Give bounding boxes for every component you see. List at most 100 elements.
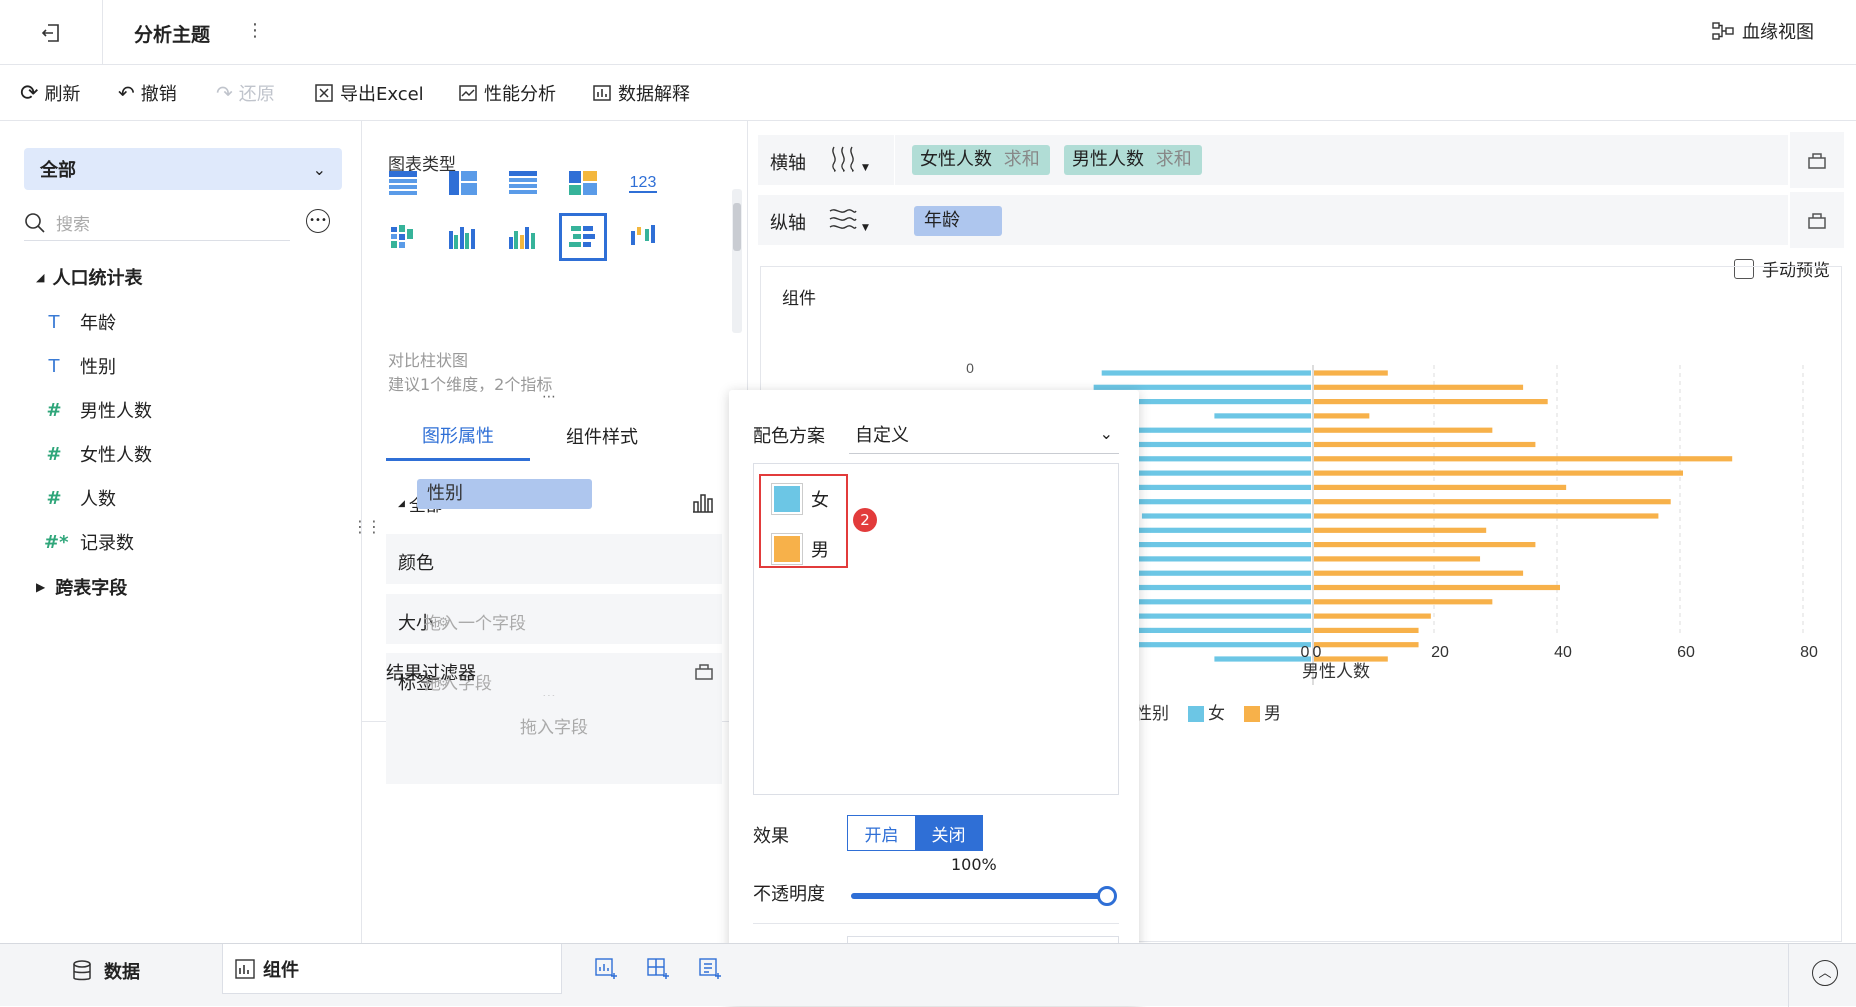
effect-on-option[interactable]: 开启 — [848, 816, 915, 850]
lock-icon[interactable] — [694, 661, 714, 681]
bar-female — [1214, 656, 1311, 662]
bar-male — [1314, 627, 1419, 633]
bar-male — [1314, 542, 1536, 548]
bar-female — [1101, 370, 1311, 376]
badge-2: 2 — [853, 508, 877, 532]
tab-component[interactable]: 组件 — [222, 944, 562, 994]
perf-analysis-button[interactable]: 性能分析 — [458, 65, 556, 121]
tab-component-style[interactable]: 组件样式 — [530, 411, 674, 461]
add-report-icon[interactable] — [698, 957, 722, 981]
field-item[interactable]: T 性别 — [44, 353, 117, 379]
bar-male — [1314, 527, 1487, 533]
more-options-button[interactable]: ••• — [306, 209, 330, 233]
color-name: 女 — [811, 490, 829, 511]
tab-label: 组件样式 — [566, 427, 638, 448]
export-excel-button[interactable]: 导出Excel — [314, 65, 424, 121]
add-dashboard-icon[interactable] — [646, 957, 670, 981]
refresh-button[interactable]: ⟳ 刷新 — [20, 65, 80, 121]
number-type-icon: # — [46, 487, 62, 509]
add-chart-icon[interactable] — [594, 957, 618, 981]
x-field-chip-2[interactable]: 男性人数 求和 — [1064, 145, 1202, 175]
bar-female — [1125, 599, 1311, 605]
more-menu-button[interactable]: ⋮ — [246, 20, 264, 41]
drag-handle[interactable]: ⋯ — [542, 389, 556, 405]
lineage-view-button[interactable]: 血缘视图 — [1712, 18, 1814, 44]
size-drop-zone[interactable]: 拖入一个字段 — [424, 609, 526, 634]
chart-type-option[interactable] — [439, 213, 487, 261]
y-axis-label: 纵轴 — [770, 213, 806, 234]
color-field-value[interactable]: 性别 — [417, 479, 592, 509]
chart-type-option[interactable] — [559, 159, 607, 207]
table-node[interactable]: ◢ 人口统计表 — [36, 264, 142, 290]
number-type-icon: # — [46, 443, 62, 465]
x-axis-sort-button[interactable]: ▼ — [828, 145, 869, 173]
y-axis-sort-button[interactable]: ▼ — [828, 205, 869, 233]
chart-type-option[interactable] — [619, 213, 667, 261]
chart-type-option[interactable] — [379, 159, 427, 207]
page-title: 分析主题 — [134, 24, 211, 46]
chart-type-option[interactable] — [559, 213, 607, 261]
chart-type-option[interactable] — [379, 213, 427, 261]
x-field-chip-1[interactable]: 女性人数 求和 — [912, 145, 1050, 175]
color-item-male[interactable]: 男 — [771, 533, 829, 565]
exit-button[interactable] — [36, 18, 66, 48]
x-axis-label: 横轴 — [770, 153, 806, 174]
y-axis-lock-button[interactable] — [1788, 192, 1844, 248]
bar-female — [1133, 627, 1311, 633]
legend-label: 女 — [1208, 704, 1225, 723]
tab-data[interactable]: 数据 — [72, 958, 140, 984]
undo-button[interactable]: ↶ 撤销 — [118, 65, 177, 121]
bar-female — [1133, 613, 1311, 619]
filter-drop-zone[interactable]: 拖入字段 — [386, 696, 722, 784]
field-item[interactable]: # 男性人数 — [44, 397, 152, 423]
y-field-chip[interactable]: 年龄 — [914, 206, 1002, 236]
color-label: 颜色 — [398, 553, 434, 574]
caret-right-icon: ▶ — [36, 580, 46, 594]
color-swatch[interactable] — [771, 533, 803, 565]
scrollbar-thumb[interactable] — [733, 203, 741, 251]
color-item-female[interactable]: 女 — [771, 483, 829, 515]
caret-down-icon: ▼ — [862, 163, 869, 173]
x-axis-lock-button[interactable] — [1788, 132, 1844, 188]
text-type-icon: T — [48, 311, 60, 333]
bar-female — [1125, 642, 1311, 648]
effect-toggle[interactable]: 开启 关闭 — [847, 815, 983, 851]
opacity-slider-handle[interactable] — [1097, 886, 1117, 906]
redo-button[interactable]: ↷ 还原 — [216, 65, 275, 121]
bar-chart-icon[interactable] — [692, 493, 714, 513]
cross-table-node[interactable]: ▶ 跨表字段 — [36, 574, 127, 600]
field-item[interactable]: #* 记录数 — [44, 529, 134, 555]
bar-male — [1314, 470, 1683, 476]
field-item[interactable]: # 人数 — [44, 485, 116, 511]
divider — [1788, 944, 1789, 1007]
lock-icon — [1808, 213, 1826, 229]
scheme-select[interactable]: 自定义 ⌄ — [849, 414, 1119, 454]
chart-type-option[interactable] — [499, 213, 547, 261]
field-item[interactable]: T 年龄 — [44, 309, 117, 335]
search-input[interactable]: 搜索 — [56, 210, 90, 235]
data-explain-button[interactable]: 数据解释 — [592, 65, 690, 121]
field-label: 人数 — [80, 489, 116, 510]
chart-type-name: 对比柱状图 — [388, 351, 469, 370]
bar-male — [1314, 427, 1493, 433]
search-box[interactable]: 搜索 — [24, 205, 290, 241]
scope-select[interactable]: 全部 ⌄ — [24, 148, 342, 190]
color-name: 男 — [811, 540, 829, 561]
tab-graphic-properties[interactable]: 图形属性 — [386, 411, 530, 461]
chart-grid-scrollbar[interactable] — [732, 189, 742, 333]
bar-male — [1314, 384, 1524, 390]
collapse-button[interactable]: ︿ — [1812, 960, 1838, 986]
effect-off-option[interactable]: 关闭 — [915, 816, 982, 850]
bar-male — [1314, 613, 1431, 619]
chevron-down-icon: ⌄ — [312, 159, 326, 179]
cross-table-label: 跨表字段 — [55, 578, 128, 599]
field-item[interactable]: # 女性人数 — [44, 441, 152, 467]
perf-icon — [459, 85, 477, 101]
chart-type-option[interactable] — [499, 159, 547, 207]
chart-type-icon: 123 — [629, 174, 657, 193]
opacity-slider[interactable] — [851, 886, 1117, 906]
chart-type-option[interactable] — [439, 159, 487, 207]
chart-type-option[interactable]: 123 — [619, 159, 667, 207]
color-swatch[interactable] — [771, 483, 803, 515]
caret-down-icon: ◢ — [36, 270, 45, 284]
